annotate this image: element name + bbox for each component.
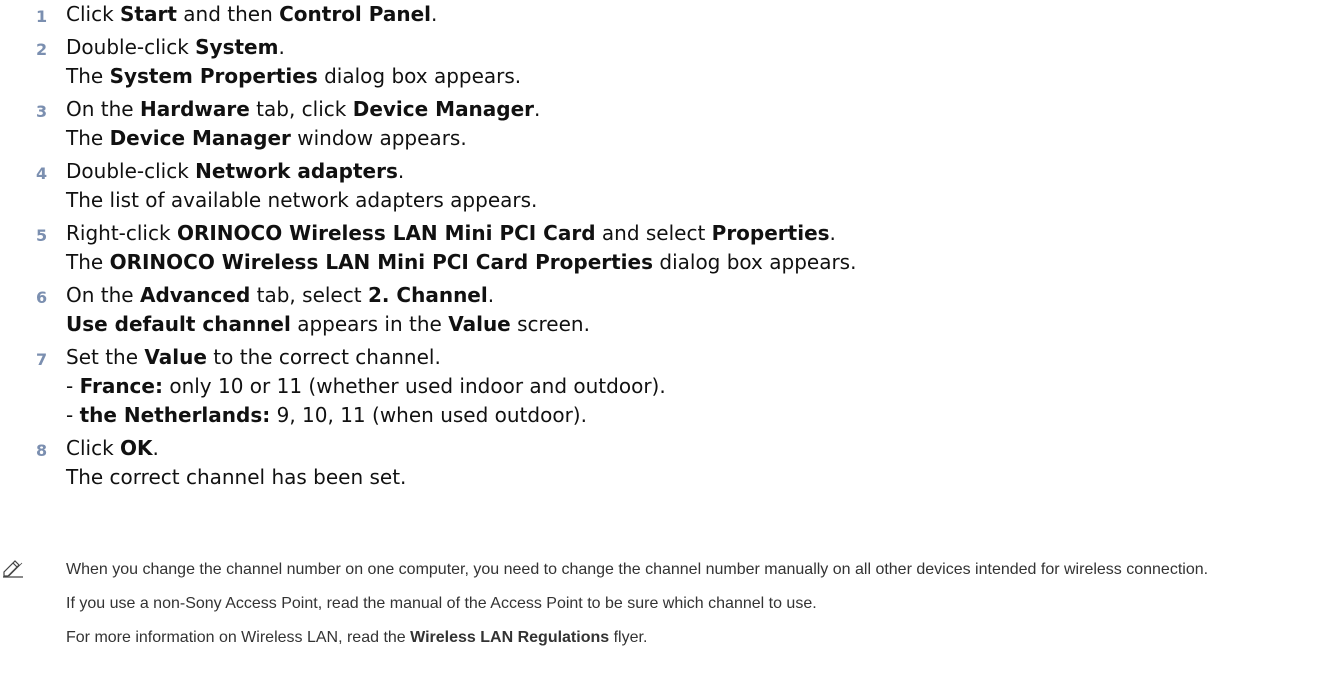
step-line: Double-click Network adapters. — [66, 157, 1326, 186]
text-segment: If you use a non-Sony Access Point, read… — [66, 595, 817, 612]
bold-term: Value — [144, 345, 207, 369]
step-number: 4 — [36, 164, 48, 183]
step-line: The correct channel has been set. — [66, 463, 1326, 492]
step-number: 2 — [36, 40, 48, 59]
instruction-steps: 1 Click Start and then Control Panel. 2 Dou… — [36, 0, 1326, 496]
bold-term: the Netherlands: — [79, 403, 271, 427]
pencil-note-icon — [3, 560, 23, 578]
step-number: 8 — [36, 441, 48, 460]
text-segment: Right-click — [66, 221, 177, 245]
bold-term: Wireless LAN Regulations — [410, 629, 610, 646]
step-line: Click OK. — [66, 434, 1326, 463]
text-segment: dialog box appears. — [317, 64, 522, 88]
step-line: - France: only 10 or 11 (whether used in… — [66, 372, 1326, 401]
text-segment: - — [66, 374, 80, 398]
text-segment: The — [66, 250, 110, 274]
step-line: The Device Manager window appears. — [66, 124, 1326, 153]
text-segment: . — [487, 283, 495, 307]
bold-term: Hardware — [139, 97, 250, 121]
text-segment: . — [431, 2, 438, 26]
text-segment: The — [66, 126, 110, 150]
text-segment: On the — [66, 97, 140, 121]
step-item: 3 On the Hardware tab, click Device Manag… — [36, 95, 1326, 153]
step-number: 1 — [36, 7, 48, 26]
text-segment: Double-click — [66, 159, 196, 183]
bold-term: Value — [448, 312, 511, 336]
step-item: 7 Set the Value to the correct channel. - … — [36, 343, 1326, 430]
step-item: 2 Double-click System. The System Properti… — [36, 33, 1326, 91]
bold-term: Control Panel — [279, 2, 432, 26]
bold-term: Properties — [711, 221, 830, 245]
step-line: On the Hardware tab, click Device Manage… — [66, 95, 1326, 124]
step-line: The ORINOCO Wireless LAN Mini PCI Card P… — [66, 248, 1326, 277]
text-segment: window appears. — [290, 126, 467, 150]
text-segment: On the — [66, 283, 140, 307]
step-line: The System Properties dialog box appears… — [66, 62, 1326, 91]
text-segment: The — [66, 64, 110, 88]
text-segment: flyer. — [609, 629, 648, 646]
text-segment: and then — [176, 2, 280, 26]
text-segment: tab, select — [250, 283, 368, 307]
notes-section: When you change the channel number on on… — [3, 558, 1326, 660]
text-segment: The list of available network adapters a… — [66, 188, 538, 212]
bold-term: Use default channel — [66, 312, 291, 336]
text-segment: When you change the channel number on on… — [66, 561, 1209, 578]
step-line: - the Netherlands: 9, 10, 11 (when used … — [66, 401, 1326, 430]
text-segment: Click — [66, 436, 121, 460]
bold-term: France: — [79, 374, 163, 398]
step-item: 4 Double-click Network adapters. The list … — [36, 157, 1326, 215]
step-line: Use default channel appears in the Value… — [66, 310, 1326, 339]
text-segment: . — [397, 159, 405, 183]
step-number: 6 — [36, 288, 48, 307]
bold-term: System — [195, 35, 279, 59]
bold-term: Device Manager — [109, 126, 291, 150]
text-segment: only 10 or 11 (whether used indoor and o… — [162, 374, 666, 398]
step-line: Click Start and then Control Panel. — [66, 0, 1326, 29]
bold-term: ORINOCO Wireless LAN Mini PCI Card Prope… — [109, 250, 654, 274]
step-number: 5 — [36, 226, 48, 245]
text-segment: to the correct channel. — [206, 345, 441, 369]
text-segment: 9, 10, 11 (when used outdoor). — [270, 403, 587, 427]
text-segment: . — [152, 436, 159, 460]
bold-term: System Properties — [109, 64, 318, 88]
step-item: 8 Click OK. The correct channel has been s… — [36, 434, 1326, 492]
bold-term: Advanced — [139, 283, 251, 307]
text-segment: . — [829, 221, 836, 245]
bold-term: ORINOCO Wireless LAN Mini PCI Card — [176, 221, 596, 245]
step-line: Right-click ORINOCO Wireless LAN Mini PC… — [66, 219, 1326, 248]
step-line: Set the Value to the correct channel. — [66, 343, 1326, 372]
text-segment: Double-click — [66, 35, 196, 59]
step-line: On the Advanced tab, select 2. Channel. — [66, 281, 1326, 310]
step-line: Double-click System. — [66, 33, 1326, 62]
bold-term: Network adapters — [195, 159, 398, 183]
step-item: 1 Click Start and then Control Panel. — [36, 0, 1326, 29]
bold-term: Start — [120, 2, 177, 26]
text-segment: . — [534, 97, 541, 121]
note-paragraph: If you use a non-Sony Access Point, read… — [66, 592, 1326, 616]
text-segment: and select — [595, 221, 712, 245]
bold-term: 2. Channel — [367, 283, 488, 307]
text-segment: appears in the — [290, 312, 449, 336]
bold-term: Device Manager — [352, 97, 535, 121]
step-item: 6 On the Advanced tab, select 2. Channel.… — [36, 281, 1326, 339]
text-segment: Set the — [66, 345, 145, 369]
note-paragraph: For more information on Wireless LAN, re… — [66, 626, 1326, 650]
step-item: 5 Right-click ORINOCO Wireless LAN Mini P… — [36, 219, 1326, 277]
step-number: 7 — [36, 350, 48, 369]
step-number: 3 — [36, 102, 48, 121]
note-paragraph: When you change the channel number on on… — [66, 558, 1326, 582]
bold-term: OK — [120, 436, 153, 460]
step-line: The list of available network adapters a… — [66, 186, 1326, 215]
text-segment: For more information on Wireless LAN, re… — [66, 629, 411, 646]
text-segment: . — [278, 35, 285, 59]
text-segment: screen. — [510, 312, 590, 336]
text-segment: dialog box appears. — [653, 250, 857, 274]
text-segment: Click — [66, 2, 121, 26]
text-segment: tab, click — [249, 97, 353, 121]
text-segment: The correct channel has been set. — [66, 465, 407, 489]
text-segment: - — [66, 403, 80, 427]
